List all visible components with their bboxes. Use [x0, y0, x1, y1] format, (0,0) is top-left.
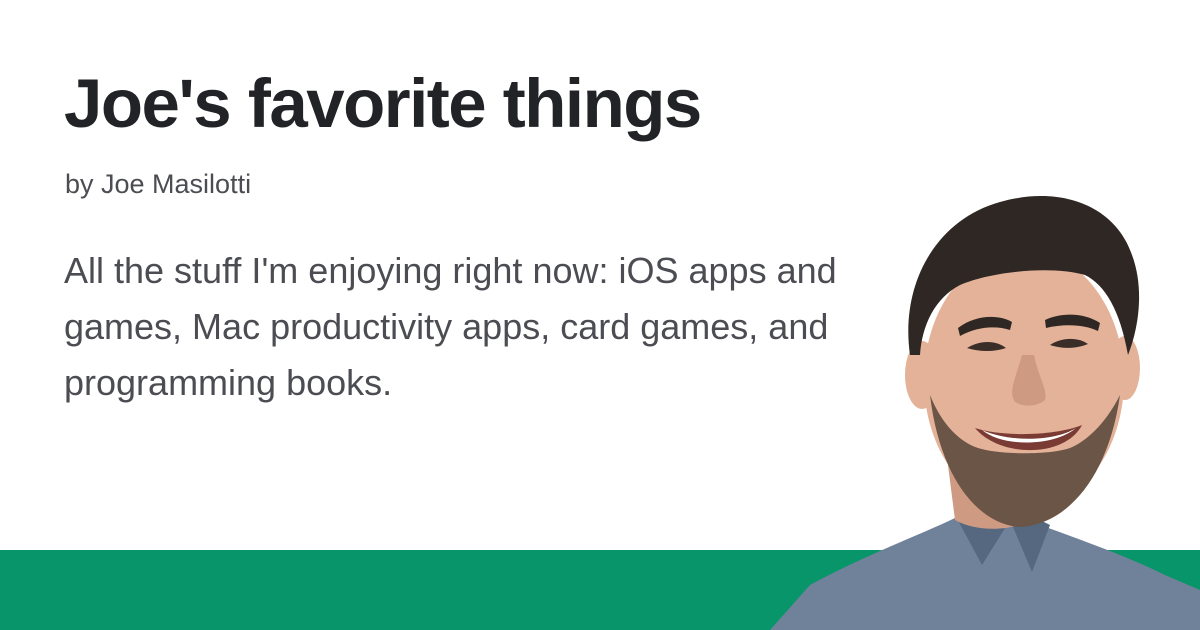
page-description: All the stuff I'm enjoying right now: iO…: [64, 250, 837, 403]
author-byline: by Joe Masilotti: [65, 169, 252, 199]
author-portrait: [770, 196, 1200, 630]
social-card: Joe's favorite things by Joe Masilotti A…: [0, 0, 1200, 630]
page-title: Joe's favorite things: [64, 65, 702, 142]
